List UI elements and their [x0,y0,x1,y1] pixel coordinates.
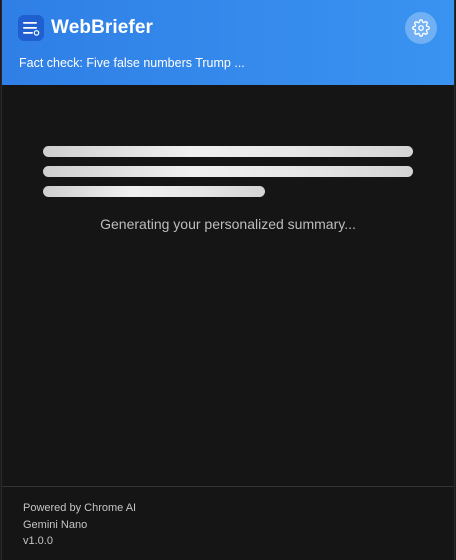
loading-message: Generating your personalized summary... [100,216,356,232]
page-title: Fact check: Five false numbers Trump ... [19,56,245,70]
header: WebBriefer Fact check: Five false number… [2,0,454,85]
version-label: v1.0.0 [23,535,53,547]
app-title: WebBriefer [51,17,154,38]
powered-by-text: Powered by Chrome AI [23,502,137,514]
model-name: Gemini Nano [23,518,88,531]
gear-icon [412,19,430,37]
menu-lines-icon [23,22,40,36]
summary-area: Generating your personalized summary... [2,85,454,486]
skeleton-line [43,186,265,197]
app-logo [18,15,44,41]
footer: Powered by Chrome AI Gemini Nano v1.0.0 [2,486,454,560]
skeleton-line [43,166,413,177]
skeleton-line [43,146,413,157]
extension-panel: WebBriefer Fact check: Five false number… [2,0,454,560]
settings-button[interactable] [405,12,437,44]
